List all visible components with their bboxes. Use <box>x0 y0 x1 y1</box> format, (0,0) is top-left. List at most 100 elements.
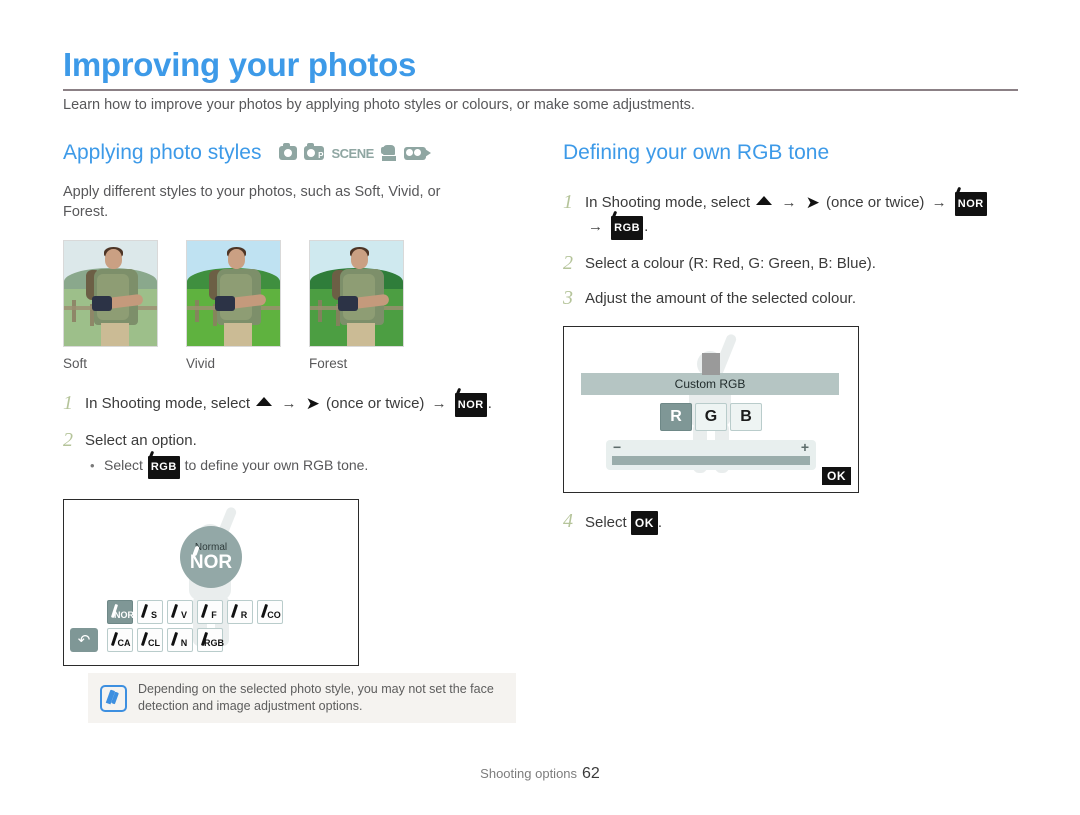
style-button-n[interactable]: N <box>167 628 193 652</box>
step-text-part: Select <box>585 514 627 531</box>
nor-icon: NOR <box>954 192 987 216</box>
sample-photo-image <box>186 240 281 347</box>
sample-label: Forest <box>309 356 348 371</box>
style-button-s[interactable]: S <box>137 600 163 624</box>
section-title-applying-photo-styles: Applying photo styles P SCENE <box>63 140 533 166</box>
rgb-button-g[interactable]: G <box>695 403 727 431</box>
slider-track <box>612 456 810 465</box>
camera-screen-photo-styles: Normal NOR NOR S V F R CO CA CL N RGB ↶ <box>63 499 359 666</box>
step-text: In Shooting mode, select → ➤ (once or tw… <box>85 393 492 417</box>
bullet-dot-icon: • <box>90 458 95 473</box>
section-title-label: Applying photo styles <box>63 141 262 164</box>
right-column: Defining your own RGB tone 1 In Shooting… <box>563 140 1033 548</box>
style-button-r[interactable]: R <box>227 600 253 624</box>
step-text-part: In Shooting mode, select <box>585 194 751 211</box>
left-steps: 1 In Shooting mode, select → ➤ (once or … <box>63 393 533 479</box>
step-text-period: . <box>657 514 663 531</box>
sample-photo-image <box>63 240 158 347</box>
step-text-part: (once or twice) <box>326 395 425 412</box>
right-steps: 1 In Shooting mode, select → ➤ (once or … <box>563 192 1033 310</box>
step-text: Select an option. <box>85 432 197 449</box>
rgb-icon: RGB <box>611 216 644 240</box>
style-button-ca[interactable]: CA <box>107 628 133 652</box>
step-2: 2 Select an option. • Select RGB to defi… <box>63 430 533 479</box>
rgb-button-r[interactable]: R <box>660 403 692 431</box>
arrow-icon: → <box>431 395 447 412</box>
section-title-label: Defining your own RGB tone <box>563 141 830 164</box>
custom-rgb-title: Custom RGB <box>581 373 839 395</box>
step-number: 1 <box>563 191 573 213</box>
right-chevron-icon: ➤ <box>305 394 320 413</box>
scene-icon: SCENE <box>331 145 374 161</box>
video-camera-icon <box>403 146 431 160</box>
style-row-2: CA CL N RGB <box>107 628 283 652</box>
style-button-rgb[interactable]: RGB <box>197 628 224 652</box>
step-4: 4 Select OK. <box>563 511 1033 535</box>
step-number: 2 <box>63 429 73 451</box>
page-title: Improving your photos <box>63 46 417 83</box>
arrow-icon: → <box>931 194 947 211</box>
camera-program-icon: P <box>304 143 325 160</box>
selected-style-indicator: Normal NOR <box>180 526 242 588</box>
sample-soft: Soft <box>63 240 158 371</box>
dual-is-icon <box>380 145 397 161</box>
camera-screen-custom-rgb: Custom RGB R G B − + OK <box>563 326 859 493</box>
arrow-icon: → <box>781 194 797 211</box>
rgb-icon: RGB <box>147 456 180 479</box>
note-box: Depending on the selected photo style, y… <box>88 673 516 723</box>
step-text: Select a colour (R: Red, G: Green, B: Bl… <box>585 255 876 272</box>
manual-page: Improving your photos Learn how to impro… <box>0 0 1080 815</box>
step-1: 1 In Shooting mode, select → ➤ (once or … <box>563 192 1033 240</box>
step-2: 2 Select a colour (R: Red, G: Green, B: … <box>563 253 1033 275</box>
ok-icon: OK <box>630 511 658 535</box>
up-arrow-icon <box>756 196 773 205</box>
style-button-f[interactable]: F <box>197 600 223 624</box>
right-chevron-icon: ➤ <box>805 193 820 212</box>
rgb-amount-slider[interactable]: − + <box>606 440 816 470</box>
mode-icon-group: P SCENE <box>279 143 431 161</box>
sub-bullet-text: Select RGB to define your own RGB tone. <box>104 455 368 479</box>
section-description: Apply different styles to your photos, s… <box>63 184 441 220</box>
sub-text-part: Select <box>104 457 143 473</box>
style-button-co[interactable]: CO <box>257 600 283 624</box>
step-number: 1 <box>63 392 73 414</box>
note-text: Depending on the selected photo style, y… <box>138 682 494 713</box>
sample-vivid: Vivid <box>186 240 281 371</box>
left-column: Applying photo styles P SCENE Apply diff… <box>63 140 533 666</box>
sub-text-part: to define your own RGB tone. <box>184 457 369 473</box>
step-text-period: . <box>487 395 492 412</box>
step-number: 2 <box>563 252 573 274</box>
step-number: 4 <box>563 510 573 532</box>
step-3: 3 Adjust the amount of the selected colo… <box>563 288 1033 310</box>
arrow-icon: → <box>281 395 297 412</box>
style-button-v[interactable]: V <box>167 600 193 624</box>
rgb-button-b[interactable]: B <box>730 403 762 431</box>
back-button[interactable]: ↶ <box>70 628 98 652</box>
sample-label: Vivid <box>186 356 216 371</box>
arrow-icon: → <box>588 218 603 235</box>
sample-photo-group: Soft Vivid Forest <box>63 240 533 371</box>
nor-icon: NOR <box>454 393 487 417</box>
slider-handle[interactable] <box>702 353 720 375</box>
selected-style-icon: NOR <box>189 552 233 573</box>
step-text-part: In Shooting mode, select <box>85 395 251 412</box>
page-footer: Shooting options 62 <box>0 765 1080 783</box>
sample-forest: Forest <box>309 240 404 371</box>
up-arrow-icon <box>256 397 273 406</box>
section-title-defining-rgb-tone: Defining your own RGB tone <box>563 140 1033 166</box>
style-button-cl[interactable]: CL <box>137 628 163 652</box>
step-sub-bullet: • Select RGB to define your own RGB tone… <box>90 455 368 479</box>
sample-photo-image <box>309 240 404 347</box>
step-number: 3 <box>563 287 573 309</box>
note-pencil-icon <box>100 684 127 712</box>
rgb-channel-buttons: R G B <box>660 403 762 431</box>
style-button-nor[interactable]: NOR <box>107 600 134 624</box>
step-1: 1 In Shooting mode, select → ➤ (once or … <box>63 393 533 417</box>
step-text: Select OK. <box>585 511 662 535</box>
step-text: Adjust the amount of the selected colour… <box>585 290 857 307</box>
ok-button[interactable]: OK <box>822 467 851 485</box>
step-text-period: . <box>644 218 649 235</box>
slider-minus-label: − <box>613 439 622 455</box>
page-intro: Learn how to improve your photos by appl… <box>63 97 695 113</box>
style-button-grid: NOR S V F R CO CA CL N RGB <box>107 600 283 656</box>
